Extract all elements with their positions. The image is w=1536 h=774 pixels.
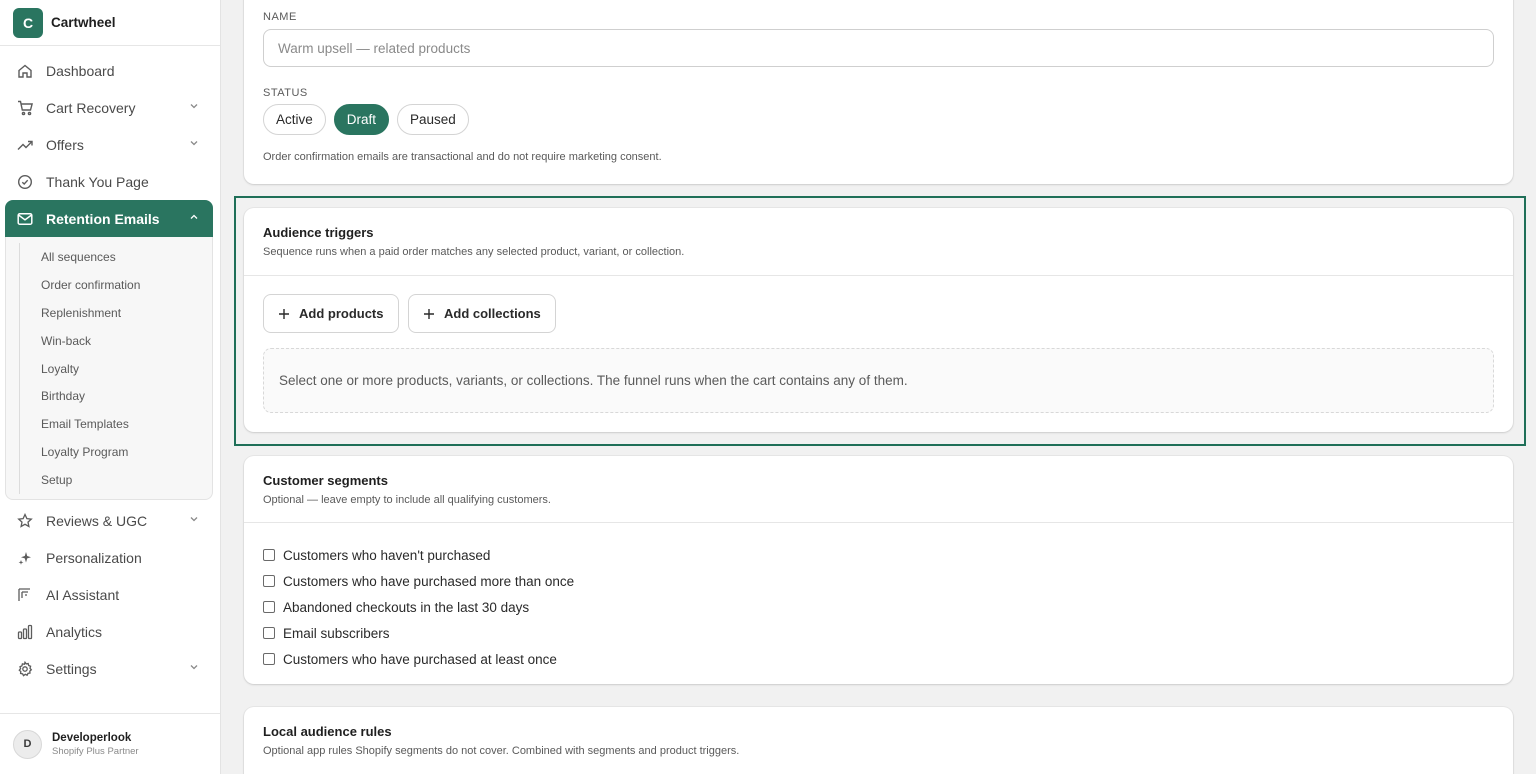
sidebar-item-label: Analytics [46,623,103,640]
chevron-down-icon [190,665,198,670]
checkbox[interactable] [263,653,275,665]
chevron-up-icon [190,214,198,219]
customer-segments-card: Customer segments Optional — leave empty… [244,456,1513,684]
sparkle-icon [16,549,34,567]
segment-list: Customers who haven't purchased Customer… [263,542,574,672]
sidebar-item-label: Reviews & UGC [46,512,148,529]
sidebar-item-settings[interactable]: Settings [5,650,213,687]
local-rules-title: Local audience rules [263,724,392,739]
sidebar-item-label: Offers [46,136,84,153]
chart-icon [16,623,34,641]
sidebar-item-thank-you-page[interactable]: Thank You Page [5,163,213,200]
status-pills: Active Draft Paused [263,104,469,135]
ai-icon [16,586,34,604]
subnav-item-email-templates[interactable]: Email Templates [20,410,212,438]
check-circle-icon [16,173,34,191]
local-audience-rules-card: Local audience rules Optional app rules … [244,707,1513,774]
sidebar-item-cart-recovery[interactable]: Cart Recovery [5,89,213,126]
chevron-down-icon [190,104,198,109]
subnav-item-setup[interactable]: Setup [20,466,212,494]
segment-option-label: Customers who haven't purchased [283,547,491,563]
checkbox[interactable] [263,601,275,613]
status-draft-pill[interactable]: Draft [333,104,390,135]
sidebar-item-retention-emails[interactable]: Retention Emails [5,200,213,237]
retention-emails-subnav: All sequences Order confirmation Repleni… [5,237,213,501]
status-label: STATUS [263,87,308,99]
status-paused-pill[interactable]: Paused [397,104,469,135]
subnav-item-replenishment[interactable]: Replenishment [20,299,212,327]
sidebar-item-label: Settings [46,660,97,677]
empty-state: Select one or more products, variants, o… [263,348,1494,413]
segment-option[interactable]: Email subscribers [263,620,574,646]
sidebar-item-reviews-ugc[interactable]: Reviews & UGC [5,502,213,539]
user-name: Developerlook [52,731,132,744]
segment-option[interactable]: Customers who have purchased more than o… [263,568,574,594]
divider [244,522,1513,523]
segment-option[interactable]: Customers who have purchased at least on… [263,646,574,672]
subnav-item-win-back[interactable]: Win-back [20,327,212,355]
mail-icon [16,210,34,228]
sidebar-item-label: Personalization [46,549,142,566]
subnav-item-birthday[interactable]: Birthday [20,382,212,410]
user-profile[interactable]: D Developerlook Shopify Plus Partner [0,713,220,774]
star-icon [16,512,34,530]
segments-subtitle: Optional — leave empty to include all qu… [263,494,551,506]
status-active-pill[interactable]: Active [263,104,326,135]
status-note: Order confirmation emails are transactio… [263,151,662,163]
brand-name: Cartwheel [51,15,116,30]
add-collections-button[interactable]: Add collections [408,294,556,333]
cart-icon [16,99,34,117]
audience-subtitle: Sequence runs when a paid order matches … [263,246,685,258]
chevron-down-icon [190,141,198,146]
avatar: D [13,729,42,759]
name-label: NAME [263,11,297,23]
sidebar-item-dashboard[interactable]: Dashboard [5,52,213,89]
sidebar-item-label: AI Assistant [46,586,120,603]
sidebar-item-analytics[interactable]: Analytics [5,613,213,650]
name-input[interactable] [263,29,1494,67]
sidebar-item-label: Dashboard [46,62,115,79]
subnav-item-all-sequences[interactable]: All sequences [20,243,212,271]
sidebar-item-personalization[interactable]: Personalization [5,539,213,576]
segment-option[interactable]: Abandoned checkouts in the last 30 days [263,594,574,620]
segment-option-label: Customers who have purchased more than o… [283,573,575,589]
sidebar-item-offers[interactable]: Offers [5,126,213,163]
plus-icon [279,308,289,319]
sidebar: C Cartwheel Dashboard Cart Recovery Offe… [0,0,221,774]
checkbox[interactable] [263,627,275,639]
sidebar-item-label: Cart Recovery [46,99,136,116]
segment-option-label: Abandoned checkouts in the last 30 days [283,599,530,615]
sidebar-item-label: Retention Emails [46,210,160,227]
brand[interactable]: C Cartwheel [0,0,220,46]
segment-option-label: Customers who have purchased at least on… [283,651,557,667]
sidebar-item-ai-assistant[interactable]: AI Assistant [5,576,213,613]
trending-icon [16,136,34,154]
home-icon [16,62,34,80]
general-card: NAME STATUS Active Draft Paused Order co… [244,0,1513,184]
checkbox[interactable] [263,549,275,561]
local-rules-subtitle: Optional app rules Shopify segments do n… [263,745,740,757]
segments-title: Customer segments [263,473,388,488]
add-collections-label: Add collections [444,306,541,321]
segment-option-label: Email subscribers [283,625,390,641]
add-products-button[interactable]: Add products [263,294,399,333]
plus-icon [424,308,434,319]
segment-option[interactable]: Customers who haven't purchased [263,542,574,568]
sidebar-item-label: Thank You Page [46,173,149,190]
gear-icon [16,660,34,678]
checkbox[interactable] [263,575,275,587]
subnav-item-order-confirmation[interactable]: Order confirmation [20,271,212,299]
brand-logo: C [13,7,43,38]
chevron-down-icon [190,517,198,522]
subnav-item-loyalty[interactable]: Loyalty [20,355,212,383]
main-nav: Dashboard Cart Recovery Offers Thank You… [5,52,213,687]
audience-triggers-card: Audience triggers Sequence runs when a p… [244,208,1513,432]
user-role: Shopify Plus Partner [52,745,139,757]
subnav-item-loyalty-program[interactable]: Loyalty Program [20,438,212,466]
add-products-label: Add products [299,306,384,321]
audience-title: Audience triggers [263,225,374,240]
divider [244,275,1513,276]
